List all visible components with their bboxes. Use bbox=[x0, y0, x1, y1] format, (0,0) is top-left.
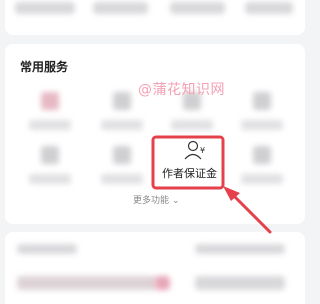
highlight-box bbox=[151, 135, 225, 190]
arrow-line bbox=[228, 190, 272, 234]
annotation-highlight bbox=[151, 135, 272, 234]
